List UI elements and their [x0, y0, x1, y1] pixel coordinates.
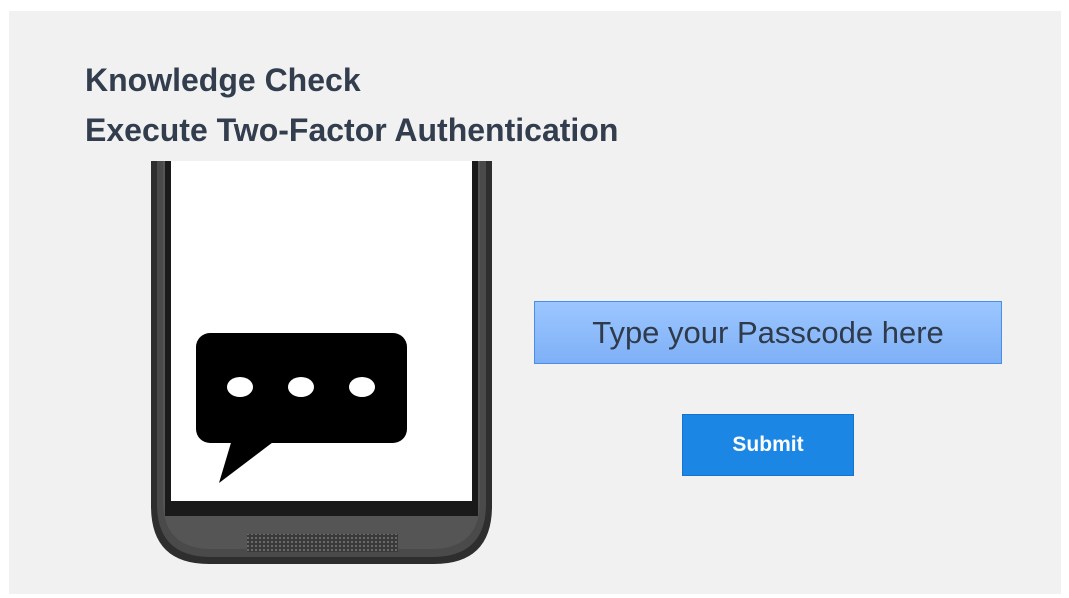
page-title: Knowledge Check Execute Two-Factor Authe…	[85, 55, 618, 155]
title-line-knowledge-check: Knowledge Check	[85, 62, 361, 98]
submit-button[interactable]: Submit	[682, 414, 854, 476]
phone-illustration	[151, 161, 492, 564]
submit-button-label: Submit	[732, 433, 804, 456]
passcode-placeholder: Type your Passcode here	[592, 315, 944, 350]
phone-graphic	[151, 161, 492, 564]
bubble-dot-1	[227, 377, 253, 397]
slide-canvas: Knowledge Check Execute Two-Factor Authe…	[9, 11, 1061, 594]
bubble-dot-2	[288, 377, 314, 397]
speaker-grille	[247, 534, 398, 552]
title-line-two-factor: Execute Two-Factor Authentication	[85, 112, 619, 148]
passcode-input[interactable]: Type your Passcode here	[534, 301, 1002, 364]
phone-screen	[171, 161, 472, 501]
bubble-dot-3	[349, 377, 375, 397]
